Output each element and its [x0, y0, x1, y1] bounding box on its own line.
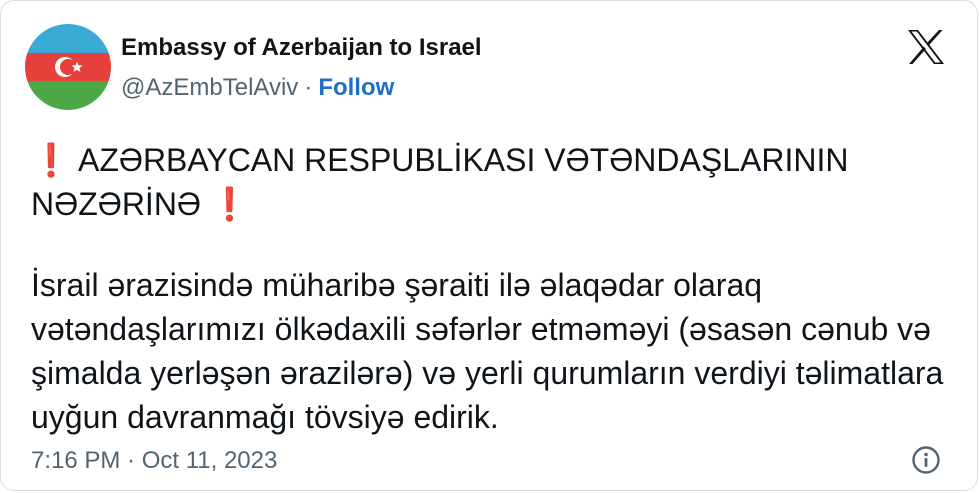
info-icon[interactable] [911, 445, 941, 475]
exclamation-icon: ❗ [209, 186, 250, 222]
tweet-card: Embassy of Azerbaijan to Israel @AzEmbTe… [0, 0, 978, 491]
azerbaijan-flag-icon [25, 24, 111, 110]
tweet-body: İsrail ərazisində müharibə şəraiti ilə ə… [31, 267, 944, 435]
tweet-heading-text: AZƏRBAYCAN RESPUBLİKASI VƏTƏNDAŞLARININ … [31, 142, 849, 222]
avatar[interactable] [25, 24, 111, 110]
exclamation-icon: ❗ [31, 142, 71, 178]
tweet-heading: ❗ AZƏRBAYCAN RESPUBLİKASI VƏTƏNDAŞLARINI… [31, 138, 931, 226]
author-name[interactable]: Embassy of Azerbaijan to Israel [121, 34, 482, 62]
separator-dot: · [304, 74, 313, 101]
author-handle[interactable]: @AzEmbTelAviv [121, 74, 298, 101]
x-logo-icon[interactable] [907, 29, 945, 65]
follow-button[interactable]: Follow [318, 74, 394, 101]
tweet-timestamp[interactable]: 7:16 PM · Oct 11, 2023 [31, 447, 277, 475]
author-handle-row: @AzEmbTelAviv · Follow [121, 74, 394, 102]
